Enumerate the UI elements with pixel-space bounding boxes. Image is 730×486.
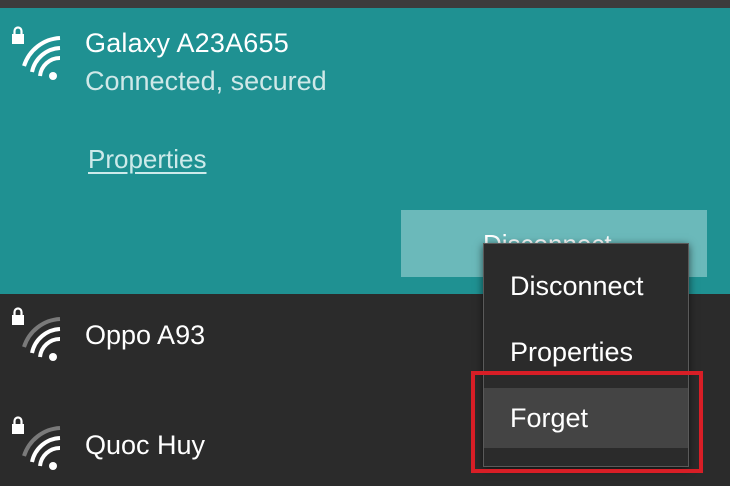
properties-link[interactable]: Properties [88,144,207,175]
menu-item-label: Properties [510,337,634,367]
menu-item-label: Disconnect [510,271,644,301]
network-name: Oppo A93 [85,320,206,350]
wifi-secured-full-icon [10,24,62,84]
connected-network-name: Galaxy A23A655 [85,28,289,58]
wifi-secured-weak-icon [10,414,62,474]
menu-item-disconnect[interactable]: Disconnect [484,256,688,316]
connected-network-status: Connected, secured [85,66,327,96]
wifi-secured-weak-icon [10,305,62,365]
top-strip [0,0,730,8]
highlight-box [471,371,703,473]
network-name: Quoc Huy [85,430,206,460]
